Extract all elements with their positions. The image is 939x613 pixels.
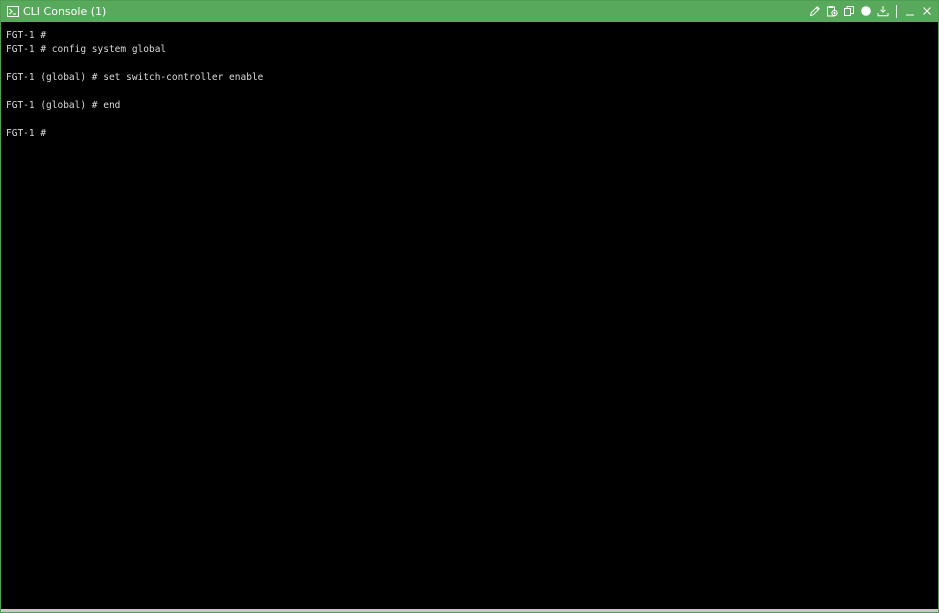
terminal-line: FGT-1 # config system global — [6, 44, 167, 55]
terminal-prompt: FGT-1 # — [6, 128, 47, 139]
cli-console-window: CLI Console (1) FGT-1 # FGT-1 # config s… — [0, 0, 939, 613]
edit-button[interactable] — [808, 4, 822, 20]
paste-icon — [826, 2, 838, 21]
download-button[interactable] — [876, 4, 890, 20]
copy-button[interactable] — [842, 4, 856, 20]
connection-status-button[interactable] — [859, 4, 873, 20]
minimize-button[interactable] — [903, 4, 917, 20]
pencil-icon — [809, 2, 821, 21]
terminal-line: FGT-1 # — [6, 30, 47, 41]
paste-button[interactable] — [825, 4, 839, 20]
close-button[interactable] — [920, 4, 934, 20]
terminal-line: FGT-1 (global) # end — [6, 100, 121, 111]
terminal-icon — [7, 2, 19, 21]
terminal-output[interactable]: FGT-1 # FGT-1 # config system global FGT… — [1, 22, 938, 610]
close-icon — [921, 2, 933, 21]
minimize-icon — [904, 2, 916, 21]
circle-icon — [860, 2, 872, 21]
download-icon — [877, 2, 889, 21]
title-bar: CLI Console (1) — [1, 1, 938, 22]
terminal-line: FGT-1 (global) # set switch-controller e… — [6, 72, 264, 83]
window-title: CLI Console (1) — [23, 5, 107, 18]
toolbar-divider — [896, 5, 897, 18]
title-actions — [808, 4, 934, 20]
copy-icon — [843, 2, 855, 21]
title-group: CLI Console (1) — [7, 1, 106, 22]
bottom-border — [1, 609, 938, 612]
